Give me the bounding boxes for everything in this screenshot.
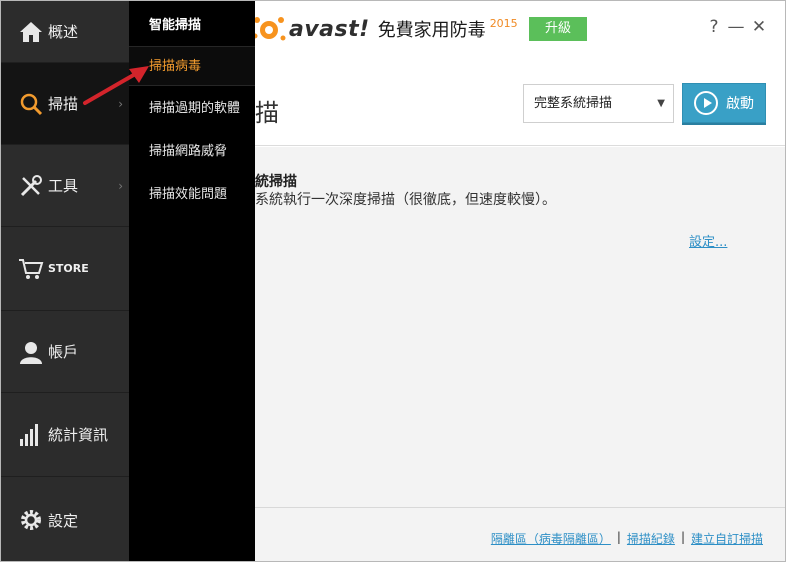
sidebar-item-statistics[interactable]: 統計資訊 [1,393,129,477]
chevron-right-icon: › [118,96,123,111]
sidebar-item-account[interactable]: 帳戶 [1,311,129,393]
submenu-title[interactable]: 智能掃描 [149,14,201,33]
sidebar-item-label: STORE [48,262,89,275]
sidebar-item-overview[interactable]: 概述 [1,1,129,63]
scan-settings-link[interactable]: 設定... [689,231,727,250]
chevron-right-icon: › [118,178,123,193]
submenu-item-scan-performance[interactable]: 掃描效能問題 [129,175,255,215]
brand: avast! 免費家用防毒 2015 [251,13,518,45]
scan-type-select[interactable]: 完整系統掃描 ▼ [523,84,674,123]
play-icon [694,91,718,115]
help-button[interactable]: ? [705,15,723,39]
close-button[interactable]: ✕ [750,15,768,39]
start-scan-label: 啟動 [726,96,754,112]
sidebar-item-tools[interactable]: 工具 › [1,145,129,227]
tools-icon [18,173,44,199]
minimize-button[interactable]: — [727,15,745,39]
upgrade-button[interactable]: 升級 [529,17,587,41]
start-scan-button[interactable]: 啟動 [682,83,766,123]
custom-scan-link[interactable]: 建立自訂掃描 [691,530,763,547]
product-year: 2015 [489,17,518,30]
cart-icon [18,256,44,282]
footer-links: 隔離區（病毒隔離區） | 掃描紀錄 | 建立自訂掃描 [491,530,763,547]
gear-icon [18,507,44,533]
footer-separator: | [680,530,685,544]
app-window: avast! 免費家用防毒 2015 升級 ? — ✕ 描 完整系統掃描 ▼ 啟… [0,0,786,562]
sidebar: 概述 掃描 › 工具 › STORE 帳戶 統計資訊 設定 [1,1,129,561]
chevron-down-icon: ▼ [657,98,665,109]
scan-submenu: 智能掃描 掃描病毒 掃描過期的軟體 掃描網路威脅 掃描效能問題 [129,1,255,561]
search-icon [18,91,44,117]
sidebar-item-label: 帳戶 [48,343,79,361]
page-title: 描 [255,99,279,127]
scan-type-value: 完整系統掃描 [534,96,613,111]
sidebar-item-label: 工具 [48,177,79,195]
submenu-item-scan-virus[interactable]: 掃描病毒 [129,46,255,86]
product-name: 免費家用防毒 [377,20,486,41]
sidebar-item-label: 設定 [48,511,79,530]
stats-icon [18,422,44,448]
scan-description: 系統執行一次深度掃描（很徹底，但速度較慢）。 [255,192,556,208]
submenu-item-scan-outdated-software[interactable]: 掃描過期的軟體 [129,89,255,129]
sidebar-item-label: 概述 [48,23,79,41]
sidebar-item-store[interactable]: STORE [1,227,129,311]
avast-logo-icon [252,17,286,41]
scan-log-link[interactable]: 掃描紀錄 [627,530,675,547]
brand-name: avast! [289,16,370,42]
home-icon [18,19,44,45]
footer-separator: | [616,530,621,544]
sidebar-item-label: 統計資訊 [48,426,109,444]
quarantine-link[interactable]: 隔離區（病毒隔離區） [491,530,611,547]
sidebar-item-scan[interactable]: 掃描 › [1,63,129,145]
user-icon [18,339,44,365]
sidebar-item-settings[interactable]: 設定 [1,477,129,561]
scan-title: 統掃描 [255,174,297,190]
sidebar-item-label: 掃描 [48,95,79,113]
submenu-item-scan-network-threats[interactable]: 掃描網路威脅 [129,132,255,172]
